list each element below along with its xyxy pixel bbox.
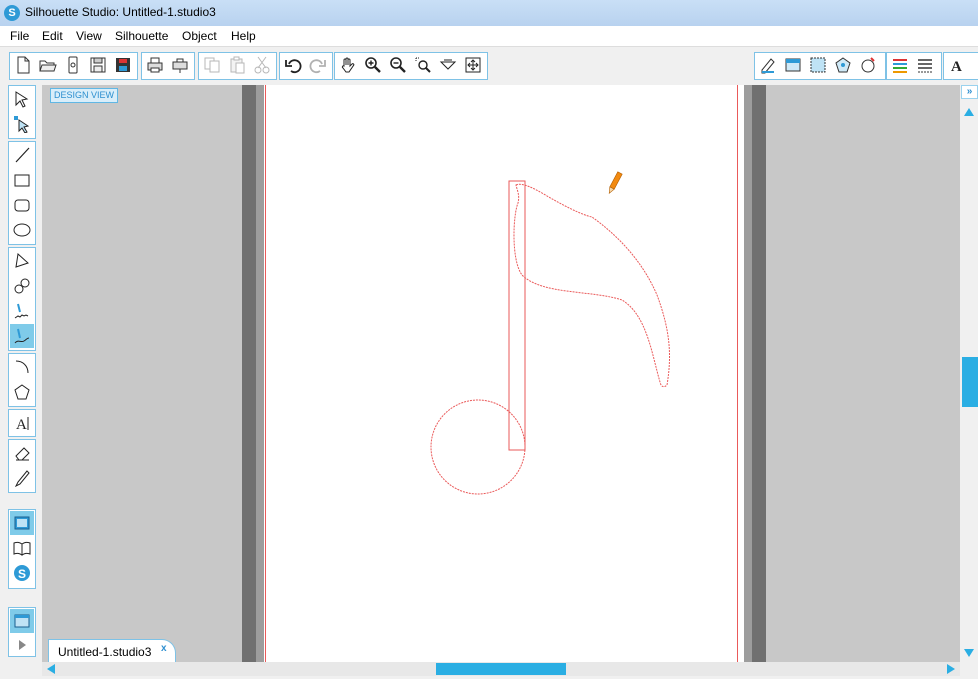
- knife-tool-icon[interactable]: [10, 466, 34, 490]
- menu-help[interactable]: Help: [231, 29, 256, 43]
- close-tab-icon[interactable]: x: [161, 643, 167, 654]
- text-tool-icon[interactable]: A: [10, 411, 34, 435]
- silhouette-store-icon[interactable]: S: [10, 561, 34, 585]
- eraser-tool-icon[interactable]: [10, 441, 34, 465]
- point-edit-icon[interactable]: [10, 112, 34, 136]
- arc-tool-icon[interactable]: [10, 355, 34, 379]
- history-toolbar-group: [279, 52, 333, 80]
- select-tool-group: [8, 85, 36, 139]
- design-view-icon[interactable]: [10, 511, 34, 535]
- shape-tool-group: [8, 141, 36, 245]
- show-panel-icon[interactable]: [10, 609, 34, 633]
- document-tab-label: Untitled-1.studio3: [58, 645, 152, 659]
- zoom-out-icon[interactable]: [386, 53, 410, 77]
- svg-text:S: S: [18, 567, 26, 581]
- print-icon[interactable]: [143, 53, 167, 77]
- polygon-tool-icon[interactable]: [10, 249, 34, 273]
- menu-silhouette[interactable]: Silhouette: [115, 29, 168, 43]
- rectangle-tool-icon[interactable]: [10, 168, 34, 192]
- scroll-left-icon[interactable]: [44, 662, 58, 676]
- freehand-tool-icon[interactable]: [10, 299, 34, 323]
- scroll-up-icon[interactable]: [962, 105, 976, 119]
- pan-hand-icon[interactable]: [336, 53, 360, 77]
- right-toolbar-group-1: [754, 52, 886, 80]
- save-to-library-icon[interactable]: [111, 53, 135, 77]
- design-workspace[interactable]: DESIGN VIEW: [42, 85, 960, 662]
- file-toolbar-group: [9, 52, 138, 80]
- print-toolbar-group: [141, 52, 195, 80]
- scroll-right-icon[interactable]: [944, 662, 958, 676]
- tool-palette: A S: [8, 85, 36, 657]
- copy-icon[interactable]: [200, 53, 224, 77]
- panel-tool-group: [8, 607, 36, 657]
- document-tab[interactable]: Untitled-1.studio3 x: [48, 639, 176, 662]
- redo-icon[interactable]: [306, 53, 330, 77]
- menu-edit[interactable]: Edit: [42, 29, 63, 43]
- vertical-scrollbar[interactable]: »: [960, 85, 978, 662]
- library-view-icon[interactable]: [10, 536, 34, 560]
- regular-polygon-tool-icon[interactable]: [10, 380, 34, 404]
- paste-icon[interactable]: [225, 53, 249, 77]
- vertical-scroll-thumb[interactable]: [962, 357, 978, 407]
- save-icon[interactable]: [86, 53, 110, 77]
- open-library-icon[interactable]: [61, 53, 85, 77]
- send-to-silhouette-icon[interactable]: [168, 53, 192, 77]
- main-toolbar: A: [0, 47, 978, 85]
- horizontal-scrollbar[interactable]: [42, 662, 960, 676]
- cut-icon[interactable]: [250, 53, 274, 77]
- page-settings-icon[interactable]: [756, 53, 780, 77]
- cut-settings-icon[interactable]: [781, 53, 805, 77]
- expand-icon[interactable]: [10, 633, 34, 657]
- fit-to-page-icon[interactable]: [461, 53, 485, 77]
- horizontal-scroll-thumb[interactable]: [436, 663, 566, 675]
- curve-tool-icon[interactable]: [10, 274, 34, 298]
- view-toolbar-group: [334, 52, 488, 80]
- arc-tool-group: [8, 353, 36, 407]
- view-tool-group: S: [8, 509, 36, 589]
- note-flag[interactable]: [513, 183, 671, 388]
- smooth-freehand-tool-icon[interactable]: [10, 324, 34, 348]
- open-folder-icon[interactable]: [36, 53, 60, 77]
- title-bar: S Silhouette Studio: Untitled-1.studio3: [0, 0, 978, 26]
- zoom-in-icon[interactable]: [361, 53, 385, 77]
- drag-zoom-icon[interactable]: [436, 53, 460, 77]
- draw-tool-group: [8, 247, 36, 351]
- registration-icon[interactable]: [806, 53, 830, 77]
- ellipse-tool-icon[interactable]: [10, 218, 34, 242]
- window-title: Silhouette Studio: Untitled-1.studio3: [25, 5, 216, 19]
- text-style-icon[interactable]: A: [945, 53, 969, 77]
- scroll-down-icon[interactable]: [962, 646, 976, 660]
- line-style-icon[interactable]: [913, 53, 937, 77]
- fill-icon[interactable]: [856, 53, 880, 77]
- undo-icon[interactable]: [281, 53, 305, 77]
- rounded-rectangle-tool-icon[interactable]: [10, 193, 34, 217]
- clipboard-toolbar-group: [198, 52, 277, 80]
- note-head[interactable]: [430, 399, 526, 495]
- trace-icon[interactable]: [831, 53, 855, 77]
- collapse-panel-icon[interactable]: »: [961, 85, 978, 99]
- zoom-select-icon[interactable]: [411, 53, 435, 77]
- erase-tool-group: [8, 439, 36, 493]
- text-toolbar-group: A: [943, 52, 978, 80]
- silhouette-app-icon: S: [4, 5, 20, 21]
- menu-bar: File Edit View Silhouette Object Help: [0, 26, 978, 47]
- svg-text:A: A: [16, 417, 27, 432]
- design-drawing: [430, 171, 671, 495]
- menu-view[interactable]: View: [76, 29, 102, 43]
- pencil-cursor-icon: [608, 171, 623, 194]
- line-color-icon[interactable]: [888, 53, 912, 77]
- select-arrow-icon[interactable]: [10, 87, 34, 111]
- line-tool-icon[interactable]: [10, 143, 34, 167]
- menu-file[interactable]: File: [10, 29, 29, 43]
- text-tool-group: A: [8, 409, 36, 437]
- right-toolbar-group-2: [886, 52, 942, 80]
- svg-text:A: A: [951, 59, 962, 74]
- note-stem[interactable]: [508, 180, 526, 451]
- menu-object[interactable]: Object: [182, 29, 217, 43]
- new-document-icon[interactable]: [11, 53, 35, 77]
